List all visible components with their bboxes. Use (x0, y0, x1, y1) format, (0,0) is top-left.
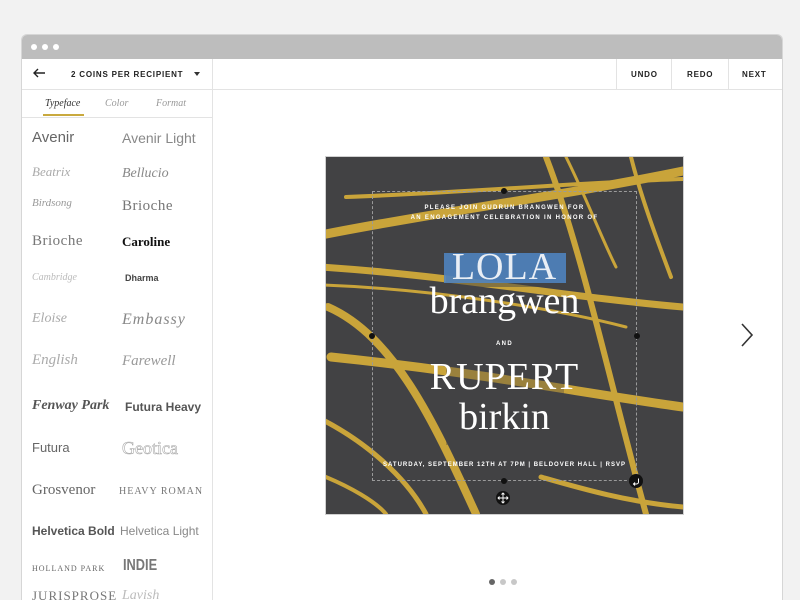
undo-button[interactable]: UNDO (631, 70, 658, 79)
name2-first[interactable]: RUPERT (326, 355, 683, 399)
page-indicator-dot[interactable] (511, 579, 517, 585)
move-icon[interactable] (496, 491, 510, 505)
divider (616, 59, 617, 89)
font-option[interactable]: Avenir (32, 129, 74, 146)
redo-button[interactable]: REDO (687, 70, 713, 79)
font-option[interactable]: Jurisprose (32, 588, 117, 600)
tab-color[interactable]: Color (105, 98, 128, 109)
window-dot-icon (31, 44, 37, 50)
font-option[interactable]: Fenway Park (32, 398, 109, 414)
app-window: 2 COINS PER RECIPIENT UNDO REDO NEXT Typ… (22, 35, 782, 600)
chevron-right-icon[interactable] (740, 322, 754, 348)
font-option[interactable]: Farewell (122, 353, 176, 370)
font-option[interactable]: Heavy Roman (119, 486, 203, 497)
font-option[interactable]: Caroline (122, 234, 170, 250)
resize-handle[interactable] (501, 188, 507, 194)
intro-line: AN ENGAGEMENT CELEBRATION IN HONOR OF (410, 215, 599, 221)
window-dot-icon (42, 44, 48, 50)
name1-last[interactable]: brangwen (326, 279, 683, 323)
font-option[interactable]: Futura (32, 440, 70, 455)
tab-format[interactable]: Format (156, 98, 186, 109)
page-indicator-dot[interactable] (489, 579, 495, 585)
font-option[interactable]: Embassy (122, 311, 186, 329)
title-bar (22, 35, 782, 59)
font-option[interactable]: Cambridge (32, 272, 77, 283)
name2-last[interactable]: birkin (326, 395, 683, 439)
resize-handle[interactable] (634, 333, 640, 339)
font-option[interactable]: Birdsong (32, 197, 72, 209)
window-dot-icon (53, 44, 59, 50)
divider (728, 59, 729, 89)
font-option[interactable]: Dharma (125, 273, 159, 283)
toolbar: 2 COINS PER RECIPIENT UNDO REDO NEXT (22, 59, 782, 90)
font-option[interactable]: Beatrix (32, 164, 70, 180)
font-option[interactable]: Brioche (32, 233, 83, 250)
coins-dropdown[interactable]: 2 COINS PER RECIPIENT (71, 70, 183, 79)
invitation-card[interactable]: PLEASE JOIN GUDRUN BRANGWEN FOR AN ENGAG… (326, 157, 683, 514)
divider (671, 59, 672, 89)
back-arrow-icon[interactable] (32, 66, 46, 80)
event-details: SATURDAY, SEPTEMBER 12TH AT 7PM | BELDOV… (383, 462, 626, 468)
rotate-icon[interactable] (629, 474, 643, 488)
font-option[interactable]: Helvetica Bold (32, 524, 115, 538)
font-option[interactable]: INDIE (123, 557, 157, 575)
font-option[interactable]: Holland Park (32, 564, 105, 573)
font-option[interactable]: English (32, 352, 78, 369)
font-option[interactable]: Bellucio (122, 166, 169, 182)
font-option[interactable]: Helvetica Light (120, 524, 199, 538)
font-sidebar: Typeface Color Format Avenir Avenir Ligh… (22, 90, 213, 600)
font-option[interactable]: Geotica (122, 438, 179, 459)
page-indicator-dot[interactable] (500, 579, 506, 585)
active-tab-indicator (43, 114, 84, 116)
divider (212, 59, 213, 89)
resize-handle[interactable] (501, 478, 507, 484)
sidebar-tabs: Typeface Color Format (22, 90, 212, 118)
font-option[interactable]: Brioche (122, 198, 173, 215)
design-canvas: PLEASE JOIN GUDRUN BRANGWEN FOR AN ENGAG… (213, 90, 782, 600)
intro-line: PLEASE JOIN GUDRUN BRANGWEN FOR (424, 205, 585, 211)
font-option[interactable]: Avenir Light (122, 130, 196, 146)
chevron-down-icon[interactable] (194, 72, 200, 76)
font-option[interactable]: Eloise (32, 311, 67, 327)
tab-typeface[interactable]: Typeface (45, 98, 80, 109)
resize-handle[interactable] (369, 333, 375, 339)
font-option[interactable]: Grosvenor (32, 482, 95, 499)
font-option[interactable]: Lavish (122, 588, 159, 600)
conjunction: AND (496, 341, 513, 347)
next-button[interactable]: NEXT (742, 70, 767, 79)
font-option[interactable]: Futura Heavy (125, 400, 201, 414)
